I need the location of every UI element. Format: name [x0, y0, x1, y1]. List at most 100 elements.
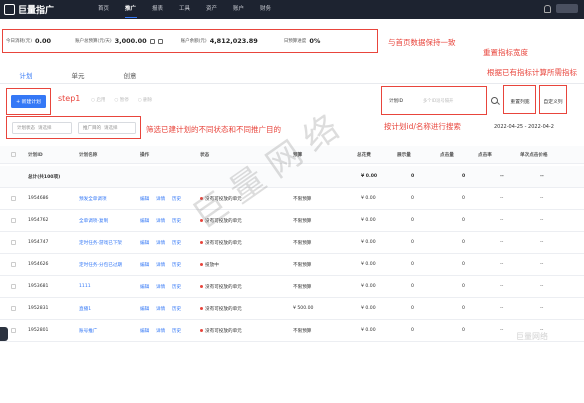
- col-plan-id[interactable]: 计划ID: [28, 152, 43, 158]
- col-clicks[interactable]: 点击量: [440, 152, 454, 158]
- row-edit-link[interactable]: 编辑: [140, 306, 149, 312]
- col-cost[interactable]: 总花费: [357, 152, 371, 158]
- nav-finance[interactable]: 财务: [260, 0, 287, 19]
- search-field-select[interactable]: 计划ID: [387, 96, 415, 107]
- row-plan-name[interactable]: 账号推广: [79, 328, 97, 334]
- delete-button[interactable]: 删除: [138, 97, 152, 103]
- annotation-recalc: 根据已有指标计算所需指标: [487, 68, 577, 77]
- row-budget: 不限预算: [293, 262, 312, 268]
- row-checkbox[interactable]: [11, 284, 16, 289]
- row-clicks: 0: [462, 284, 465, 289]
- row-ctr: --: [500, 240, 504, 245]
- row-edit-link[interactable]: 编辑: [140, 262, 149, 268]
- row-edit-link[interactable]: 编辑: [140, 284, 149, 290]
- row-history-link[interactable]: 历史: [172, 284, 181, 290]
- row-plan-name[interactable]: 预发全单调项: [79, 196, 107, 202]
- row-status-text: 没有可投放的单元: [205, 284, 242, 290]
- col-plan-name[interactable]: 计划名称: [79, 152, 97, 158]
- nav-tools[interactable]: 工具: [179, 0, 206, 19]
- row-history-link[interactable]: 历史: [172, 218, 181, 224]
- row-history-link[interactable]: 历史: [172, 196, 181, 202]
- col-impressions[interactable]: 展示量: [397, 152, 411, 158]
- custom-columns-button[interactable]: 自定义列: [541, 95, 565, 108]
- row-status-text: 投放中: [205, 262, 219, 268]
- row-plan-name[interactable]: 直播1: [79, 306, 91, 312]
- row-history-link[interactable]: 历史: [172, 328, 181, 334]
- row-checkbox[interactable]: [11, 240, 16, 245]
- row-edit-link[interactable]: 编辑: [140, 328, 149, 334]
- row-plan-name[interactable]: 定时任务-分包已过期: [79, 262, 122, 268]
- row-impressions: 0: [411, 262, 414, 267]
- nav-account[interactable]: 账户: [233, 0, 260, 19]
- user-account-menu[interactable]: [556, 4, 578, 13]
- row-plan-name[interactable]: 全单调项-复制: [79, 218, 108, 224]
- row-detail-link[interactable]: 详情: [156, 240, 165, 246]
- plan-status-filter[interactable]: 计划状态 请选择: [12, 122, 72, 134]
- tab-unit[interactable]: 单元: [52, 70, 104, 83]
- status-dot-icon: [200, 328, 203, 332]
- row-detail-link[interactable]: 详情: [156, 306, 165, 312]
- search-icon[interactable]: [491, 97, 498, 104]
- col-ctr[interactable]: 点击率: [478, 152, 492, 158]
- row-plan-name[interactable]: 1111: [79, 284, 91, 289]
- table-row: 1952831 直播1 没有可投放的单元 ¥ 500.00 ¥ 0.00 0 0 -- -- 编辑…: [0, 298, 584, 320]
- nav-home[interactable]: 首页: [98, 0, 125, 19]
- side-collapse-handle[interactable]: [0, 327, 8, 341]
- reset-columns-button[interactable]: 重置列宽: [506, 95, 534, 108]
- row-budget: 不限预算: [293, 284, 312, 290]
- row-cpc: --: [540, 306, 544, 311]
- row-detail-link[interactable]: 详情: [156, 262, 165, 268]
- main-nav: 首页 推广 报表 工具 资产 账户 财务: [98, 0, 287, 19]
- status-dot-icon: [200, 218, 203, 222]
- row-checkbox[interactable]: [11, 328, 16, 333]
- col-cpc[interactable]: 单次点击价格: [520, 152, 548, 158]
- row-detail-link[interactable]: 详情: [156, 196, 165, 202]
- row-cost: ¥ 0.00: [361, 240, 376, 245]
- row-checkbox[interactable]: [11, 196, 16, 201]
- nav-promotion[interactable]: 推广: [125, 0, 152, 19]
- row-impressions: 0: [411, 284, 414, 289]
- row-checkbox[interactable]: [11, 306, 16, 311]
- nav-reports[interactable]: 报表: [152, 0, 179, 19]
- row-clicks: 0: [462, 328, 465, 333]
- notification-bell-icon[interactable]: [544, 4, 551, 13]
- row-history-link[interactable]: 历史: [172, 262, 181, 268]
- nav-assets[interactable]: 资产: [206, 0, 233, 19]
- row-impressions: 0: [411, 306, 414, 311]
- row-history-link[interactable]: 历史: [172, 240, 181, 246]
- row-detail-link[interactable]: 详情: [156, 218, 165, 224]
- annotation-reset-width: 重置指标宽度: [483, 48, 528, 57]
- enable-button[interactable]: 启用: [91, 97, 105, 103]
- table-row: 1954762 全单调项-复制 没有可投放的单元 不限预算 ¥ 0.00 0 0 -- -- 编辑…: [0, 210, 584, 232]
- date-range-picker[interactable]: 2022-04-25 - 2022-04-2: [494, 124, 554, 130]
- row-detail-link[interactable]: 详情: [156, 328, 165, 334]
- row-cost: ¥ 0.00: [361, 306, 376, 311]
- pause-button[interactable]: 暂停: [114, 97, 129, 103]
- row-cpc: --: [540, 284, 544, 289]
- col-status[interactable]: 状态: [200, 152, 209, 158]
- col-actions: 操作: [140, 152, 150, 158]
- row-checkbox[interactable]: [11, 262, 16, 267]
- table-total-row: 总计(共100项) ¥ 0.00 0 0 -- --: [0, 166, 584, 188]
- row-detail-link[interactable]: 详情: [156, 284, 165, 290]
- search-input[interactable]: 多个ID逗号隔开: [423, 96, 483, 107]
- total-cost: ¥ 0.00: [361, 174, 378, 179]
- row-edit-link[interactable]: 编辑: [140, 196, 149, 202]
- row-cost: ¥ 0.00: [361, 218, 376, 223]
- row-ctr: --: [500, 196, 504, 201]
- new-plan-button[interactable]: + 新建计划: [11, 95, 46, 108]
- topbar-right: [544, 4, 578, 13]
- tab-plan[interactable]: 计划: [0, 70, 52, 84]
- tab-creative[interactable]: 创意: [104, 70, 156, 83]
- col-budget[interactable]: 预算: [293, 152, 302, 158]
- row-impressions: 0: [411, 196, 414, 201]
- row-checkbox[interactable]: [11, 218, 16, 223]
- status-dot-icon: [200, 262, 203, 266]
- promotion-purpose-filter[interactable]: 推广目的 请选择: [78, 122, 136, 134]
- row-history-link[interactable]: 历史: [172, 306, 181, 312]
- row-plan-name[interactable]: 定时任务-游戏已下架: [79, 240, 122, 246]
- select-all-checkbox[interactable]: [11, 152, 16, 157]
- row-edit-link[interactable]: 编辑: [140, 240, 149, 246]
- row-edit-link[interactable]: 编辑: [140, 218, 149, 224]
- app-logo[interactable]: 巨量指广: [4, 3, 54, 16]
